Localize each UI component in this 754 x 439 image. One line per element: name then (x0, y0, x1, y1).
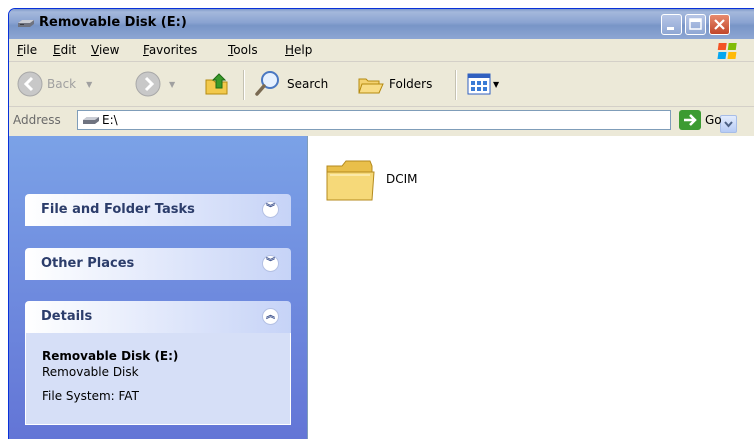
address-bar: Address E:\ Go (9, 107, 754, 135)
task-pane: File and Folder Tasks ︾ Other Places ︾ D… (9, 136, 307, 439)
details-name: Removable Disk (E:) (42, 349, 179, 363)
up-folder-button[interactable] (203, 62, 231, 106)
go-arrow-icon (679, 110, 701, 130)
chevron-down-icon (724, 121, 733, 128)
minimize-button[interactable] (661, 14, 682, 35)
maximize-button[interactable] (685, 14, 706, 35)
window-title: Removable Disk (E:) (39, 15, 187, 30)
back-dropdown-icon[interactable]: ▼ (86, 80, 92, 89)
folders-button[interactable]: Folders (357, 62, 432, 106)
address-label: Address (13, 113, 61, 127)
address-value: E:\ (102, 113, 118, 127)
back-label: Back (47, 77, 77, 91)
search-icon (255, 71, 279, 96)
expand-chevron-icon[interactable]: ︾ (262, 255, 279, 272)
folder-icon (326, 160, 375, 201)
details-header[interactable]: Details ︽ (25, 301, 291, 333)
other-places-title: Other Places (41, 256, 135, 271)
details-type: Removable Disk (42, 365, 139, 379)
file-folder-tasks-title: File and Folder Tasks (41, 202, 195, 217)
expand-chevron-icon[interactable]: ︾ (262, 201, 279, 218)
go-button[interactable]: Go (679, 110, 722, 130)
maximize-icon (689, 18, 702, 30)
forward-arrow-icon (135, 71, 161, 97)
menu-file[interactable]: File (17, 43, 37, 57)
views-icon (467, 73, 491, 95)
removable-drive-icon (18, 20, 34, 27)
details-body: Removable Disk (E:) Removable Disk File … (25, 333, 291, 425)
go-label: Go (705, 113, 722, 127)
removable-drive-icon (83, 117, 99, 124)
file-folder-tasks-header[interactable]: File and Folder Tasks ︾ (25, 194, 291, 226)
minimize-icon (667, 27, 674, 30)
folders-label: Folders (389, 77, 433, 91)
address-input[interactable]: E:\ (77, 110, 737, 133)
explorer-window: Removable Disk (E:) File Edit View Favor… (8, 8, 754, 439)
menu-bar: File Edit View Favorites Tools Help (9, 39, 754, 62)
forward-dropdown-icon[interactable]: ▼ (169, 80, 175, 89)
file-view[interactable]: DCIM (307, 136, 754, 439)
folder-label: DCIM (386, 172, 418, 186)
other-places-header[interactable]: Other Places ︾ (25, 248, 291, 280)
toolbar: Back ▼ ▼ Search Folders ▼ (9, 62, 754, 107)
folder-item[interactable] (324, 154, 378, 209)
close-icon (714, 19, 725, 30)
search-label: Search (287, 77, 329, 91)
forward-button[interactable]: ▼ (135, 62, 175, 106)
menu-view[interactable]: View (91, 43, 119, 57)
menu-tools[interactable]: Tools (228, 43, 258, 57)
title-bar[interactable]: Removable Disk (E:) (9, 9, 754, 39)
address-dropdown-button[interactable] (720, 115, 737, 133)
toolbar-separator (455, 70, 457, 100)
views-button[interactable]: ▼ (467, 62, 499, 106)
details-title: Details (41, 309, 93, 324)
views-dropdown-icon[interactable]: ▼ (493, 80, 499, 89)
back-arrow-icon (17, 71, 43, 97)
menu-help[interactable]: Help (285, 43, 312, 57)
close-button[interactable] (709, 14, 730, 35)
menu-favorites[interactable]: Favorites (143, 43, 197, 57)
search-button[interactable]: Search (253, 62, 328, 106)
details-file-system: File System: FAT (42, 389, 139, 403)
collapse-chevron-icon[interactable]: ︽ (262, 308, 279, 325)
toolbar-separator (243, 70, 245, 100)
up-folder-icon (205, 73, 228, 95)
back-button[interactable]: Back ▼ (17, 62, 92, 106)
menu-edit[interactable]: Edit (53, 43, 76, 57)
folders-icon (358, 78, 384, 94)
windows-logo-icon (717, 43, 737, 59)
